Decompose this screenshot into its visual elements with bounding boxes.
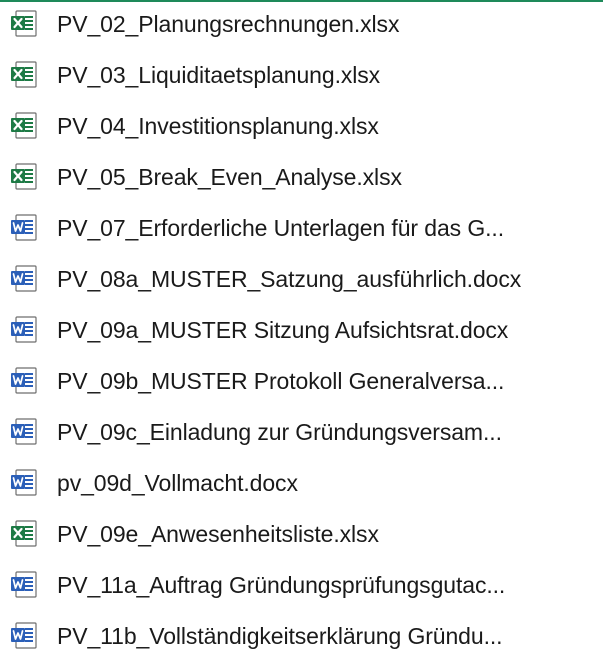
file-row[interactable]: PV_07_Erforderliche Unterlagen für das G…: [0, 204, 603, 256]
file-row[interactable]: pv_09d_Vollmacht.docx: [0, 459, 603, 511]
word-file-icon: [10, 366, 38, 396]
file-name: PV_04_Investitionsplanung.xlsx: [57, 113, 379, 139]
file-name: PV_03_Liquiditaetsplanung.xlsx: [57, 62, 381, 88]
excel-file-icon: [10, 111, 38, 141]
file-row[interactable]: PV_05_Break_Even_Analyse.xlsx: [0, 153, 603, 205]
file-row[interactable]: PV_11b_Vollständigkeitserklärung Gründu.…: [0, 612, 603, 664]
excel-file-icon: [10, 519, 38, 549]
word-file-icon: [10, 213, 38, 243]
file-name: PV_09c_Einladung zur Gründungsversam...: [57, 419, 502, 445]
word-file-icon: [10, 417, 38, 447]
file-row[interactable]: PV_09e_Anwesenheitsliste.xlsx: [0, 510, 603, 562]
file-row[interactable]: PV_09a_MUSTER Sitzung Aufsichtsrat.docx: [0, 306, 603, 358]
excel-file-icon: [10, 162, 38, 192]
file-row[interactable]: PV_04_Investitionsplanung.xlsx: [0, 102, 603, 154]
file-name: PV_11b_Vollständigkeitserklärung Gründu.…: [57, 623, 503, 649]
word-file-icon: [10, 570, 38, 600]
file-row[interactable]: PV_03_Liquiditaetsplanung.xlsx: [0, 51, 603, 103]
file-name: PV_09b_MUSTER Protokoll Generalversa...: [57, 368, 505, 394]
file-name: PV_02_Planungsrechnungen.xlsx: [57, 11, 400, 37]
file-name: PV_11a_Auftrag Gründungsprüfungsgutac...: [57, 572, 506, 598]
file-row[interactable]: PV_11a_Auftrag Gründungsprüfungsgutac...: [0, 561, 603, 613]
excel-file-icon: [10, 60, 38, 90]
file-name: PV_07_Erforderliche Unterlagen für das G…: [57, 215, 504, 241]
file-name: PV_09e_Anwesenheitsliste.xlsx: [57, 521, 379, 547]
file-name: pv_09d_Vollmacht.docx: [57, 470, 298, 496]
file-name: PV_08a_MUSTER_Satzung_ausführlich.docx: [57, 266, 522, 292]
word-file-icon: [10, 468, 38, 498]
file-name: PV_05_Break_Even_Analyse.xlsx: [57, 164, 402, 190]
file-name: PV_09a_MUSTER Sitzung Aufsichtsrat.docx: [57, 317, 509, 343]
word-file-icon: [10, 621, 38, 651]
file-row[interactable]: PV_09c_Einladung zur Gründungsversam...: [0, 408, 603, 460]
file-row[interactable]: PV_02_Planungsrechnungen.xlsx: [0, 0, 603, 52]
word-file-icon: [10, 315, 38, 345]
excel-file-icon: [10, 9, 38, 39]
word-file-icon: [10, 264, 38, 294]
file-row[interactable]: PV_09b_MUSTER Protokoll Generalversa...: [0, 357, 603, 409]
file-row[interactable]: PV_08a_MUSTER_Satzung_ausführlich.docx: [0, 255, 603, 307]
